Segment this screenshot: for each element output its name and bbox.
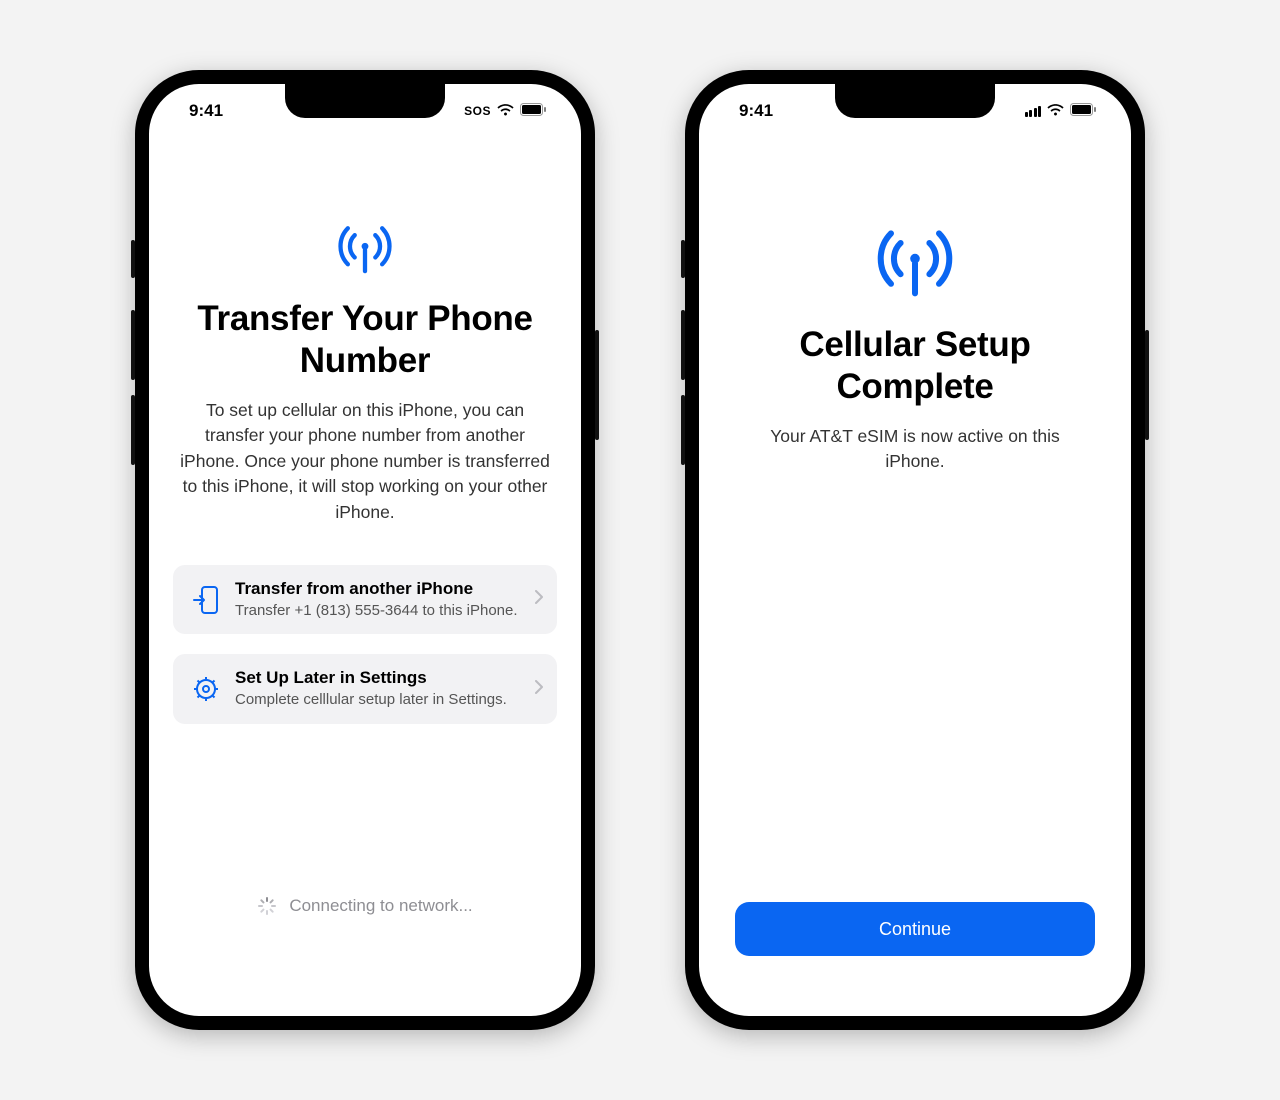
option-text: Transfer from another iPhone Transfer +1…: [235, 579, 529, 621]
cellular-signal-icon: [1025, 106, 1042, 117]
side-button: [681, 310, 685, 380]
page-title: Cellular Setup Complete: [723, 324, 1107, 408]
spinner-icon: [257, 896, 277, 916]
page-description: Your AT&T eSIM is now active on this iPh…: [723, 424, 1107, 475]
screen-setup-complete: 9:41: [699, 84, 1131, 1016]
content-area: Transfer Your Phone Number To set up cel…: [149, 138, 581, 1016]
notch: [285, 84, 445, 118]
option-text: Set Up Later in Settings Complete celllu…: [235, 668, 529, 710]
sos-indicator: SOS: [464, 104, 491, 118]
phone-frame-right: 9:41: [685, 70, 1145, 1030]
setup-later-option[interactable]: Set Up Later in Settings Complete celllu…: [173, 654, 557, 724]
battery-icon: [1070, 101, 1097, 121]
phone-frame-left: 9:41 SOS: [135, 70, 595, 1030]
side-button: [595, 330, 599, 440]
option-title: Transfer from another iPhone: [235, 579, 529, 599]
side-button: [131, 240, 135, 278]
chevron-right-icon: [535, 680, 543, 699]
screen-transfer-number: 9:41 SOS: [149, 84, 581, 1016]
side-button: [681, 395, 685, 465]
cellular-antenna-icon: [321, 218, 409, 278]
side-button: [131, 395, 135, 465]
status-right: SOS: [464, 101, 547, 121]
chevron-right-icon: [535, 590, 543, 609]
wifi-icon: [497, 101, 514, 121]
status-time: 9:41: [739, 101, 773, 121]
option-subtitle: Complete celllular setup later in Settin…: [235, 690, 529, 710]
side-button: [681, 240, 685, 278]
option-title: Set Up Later in Settings: [235, 668, 529, 688]
page-title: Transfer Your Phone Number: [173, 298, 557, 382]
gear-icon: [187, 676, 225, 702]
notch: [835, 84, 995, 118]
continue-button[interactable]: Continue: [735, 902, 1095, 956]
battery-icon: [520, 101, 547, 121]
transfer-icon: [187, 585, 225, 615]
status-time: 9:41: [189, 101, 223, 121]
connecting-label: Connecting to network...: [289, 896, 472, 916]
page-description: To set up cellular on this iPhone, you c…: [173, 398, 557, 525]
option-subtitle: Transfer +1 (813) 555-3644 to this iPhon…: [235, 601, 529, 621]
cellular-antenna-icon: [855, 218, 975, 304]
wifi-icon: [1047, 101, 1064, 121]
content-area: Cellular Setup Complete Your AT&T eSIM i…: [699, 138, 1131, 1016]
status-right: [1025, 101, 1098, 121]
transfer-from-iphone-option[interactable]: Transfer from another iPhone Transfer +1…: [173, 565, 557, 635]
side-button: [131, 310, 135, 380]
side-button: [1145, 330, 1149, 440]
connecting-status: Connecting to network...: [173, 896, 557, 916]
